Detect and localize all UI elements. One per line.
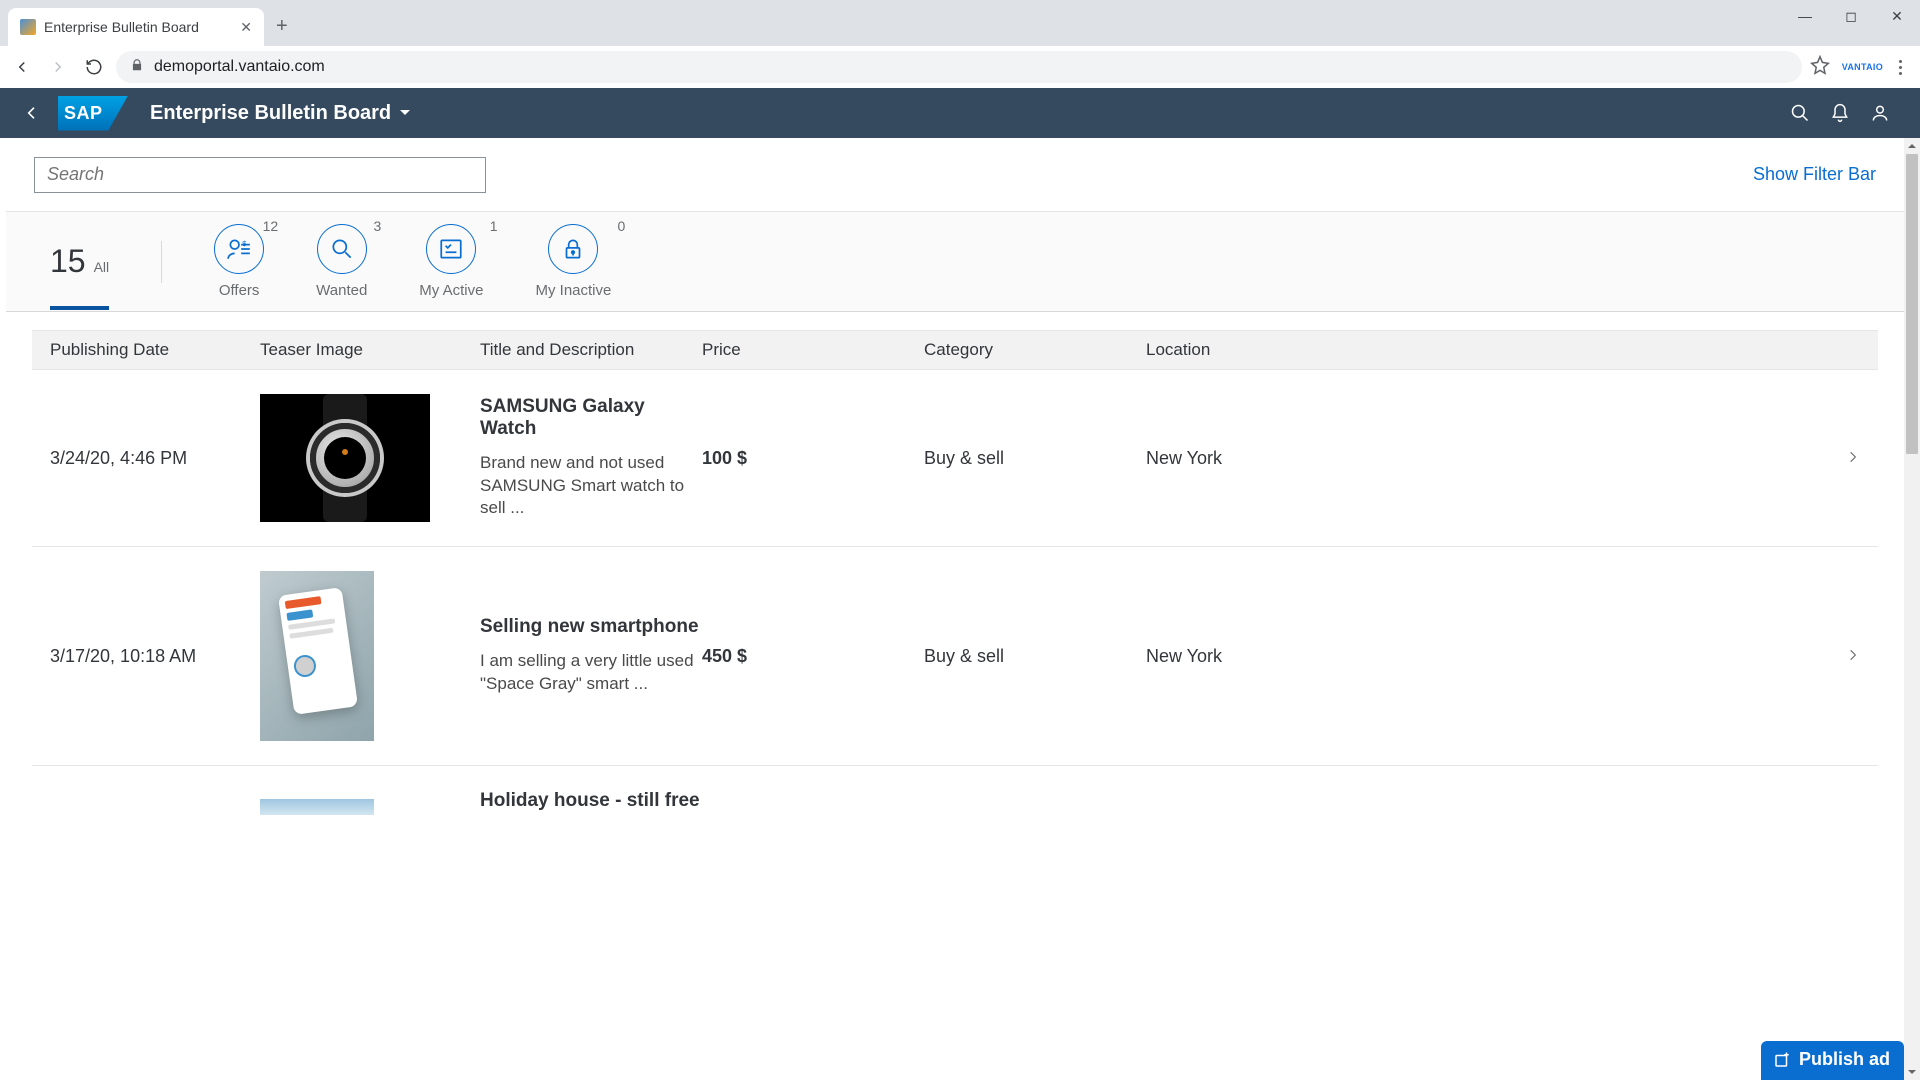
extension-badge[interactable]: VANTAIO [1842,62,1883,72]
cell-title: Selling new smartphone I am selling a ve… [480,616,702,696]
sap-logo[interactable]: SAP [58,96,128,131]
listing-title: Holiday house - still free [480,790,702,812]
shell-title-dropdown[interactable]: Enterprise Bulletin Board [150,102,411,125]
window-minimize-button[interactable]: — [1782,0,1828,32]
listing-title: SAMSUNG Galaxy Watch [480,396,702,440]
column-header-category: Category [924,340,1146,360]
search-icon [329,236,355,262]
new-tab-button[interactable]: + [276,15,288,38]
table-row[interactable]: 3/24/20, 4:46 PM SAMSUNG Galaxy Watch Br… [32,370,1878,547]
tab-my-active-count: 1 [490,218,498,234]
shell-search-button[interactable] [1780,93,1820,133]
cell-date: 3/17/20, 10:18 AM [50,646,260,667]
listings-table: Publishing Date Teaser Image Title and D… [32,330,1878,824]
tab-wanted-label: Wanted [316,282,367,299]
column-header-image: Teaser Image [260,340,480,360]
url-field[interactable]: demoportal.vantaio.com [116,51,1802,83]
teaser-image-phone [260,571,374,741]
window-close-button[interactable]: ✕ [1874,0,1920,32]
scroll-thumb[interactable] [1906,154,1918,454]
tab-separator [161,241,162,283]
scroll-down-icon[interactable] [1904,1064,1920,1080]
tab-my-inactive-count: 0 [618,218,626,234]
tab-my-active-label: My Active [419,282,483,299]
column-header-price: Price [702,340,924,360]
icon-tab-bar: 15 All $ 12 Offers 3 Wanted 1 My Active [6,212,1904,312]
row-nav-icon [1830,448,1860,469]
browser-back-button[interactable] [8,53,36,81]
cell-image [260,394,480,522]
column-header-date: Publishing Date [50,340,260,360]
tab-my-active[interactable]: 1 My Active [419,224,483,299]
search-input[interactable] [34,157,486,193]
window-controls: — ◻ ✕ [1782,0,1920,32]
cell-title: Holiday house - still free [480,790,702,824]
tab-wanted[interactable]: 3 Wanted [316,224,367,299]
page-content: Show Filter Bar 15 All $ 12 Offers 3 Wan… [0,138,1920,1080]
listing-desc: I am selling a very little used "Space G… [480,650,702,696]
tab-wanted-count: 3 [374,218,382,234]
table-header: Publishing Date Teaser Image Title and D… [32,330,1878,370]
address-bar: demoportal.vantaio.com VANTAIO [0,46,1920,88]
checklist-icon [438,236,464,262]
browser-forward-button[interactable] [44,53,72,81]
lock-icon [560,236,586,262]
offers-icon: $ [226,236,252,262]
scroll-up-icon[interactable] [1904,138,1920,154]
column-header-location: Location [1146,340,1830,360]
tab-offers-count: 12 [263,218,279,234]
window-maximize-button[interactable]: ◻ [1828,0,1874,32]
cell-category: Buy & sell [924,448,1146,469]
cell-location: New York [1146,448,1830,469]
filter-bar: Show Filter Bar [6,138,1904,212]
sap-shell-header: SAP Enterprise Bulletin Board [0,88,1920,138]
row-nav-icon [1830,646,1860,667]
publish-ad-button[interactable]: Publish ad [1761,1041,1904,1080]
tab-offers-label: Offers [219,282,260,299]
browser-reload-button[interactable] [80,53,108,81]
tab-all[interactable]: 15 All [50,243,109,310]
tab-title: Enterprise Bulletin Board [44,19,199,35]
listing-title: Selling new smartphone [480,616,702,638]
browser-tab[interactable]: Enterprise Bulletin Board ✕ [8,8,264,46]
shell-user-button[interactable] [1860,93,1900,133]
column-header-title: Title and Description [480,340,702,360]
tab-all-count: 15 [50,243,86,280]
tab-my-inactive[interactable]: 0 My Inactive [535,224,611,299]
chevron-down-icon [399,107,411,119]
tab-close-icon[interactable]: ✕ [240,19,252,36]
cell-image [260,799,480,815]
vertical-scrollbar[interactable] [1904,138,1920,1080]
cell-date: 3/24/20, 4:46 PM [50,448,260,469]
teaser-image-house [260,799,374,815]
url-text: demoportal.vantaio.com [154,58,325,76]
publish-icon [1773,1051,1791,1069]
table-row[interactable]: Holiday house - still free [32,766,1878,824]
browser-chrome: Enterprise Bulletin Board ✕ + — ◻ ✕ demo… [0,0,1920,88]
tab-offers[interactable]: $ 12 Offers [214,224,264,299]
tab-strip: Enterprise Bulletin Board ✕ + — ◻ ✕ [0,0,1920,46]
show-filter-bar-link[interactable]: Show Filter Bar [1753,164,1876,185]
teaser-image-watch [260,394,430,522]
tab-my-inactive-label: My Inactive [535,282,611,299]
shell-title-text: Enterprise Bulletin Board [150,102,391,125]
table-row[interactable]: 3/17/20, 10:18 AM Selling new smartphone [32,547,1878,766]
shell-back-button[interactable] [20,101,44,125]
cell-price: 450 $ [702,646,924,667]
svg-text:$: $ [242,239,247,248]
tab-all-label: All [94,259,110,275]
cell-category: Buy & sell [924,646,1146,667]
shell-notifications-button[interactable] [1820,93,1860,133]
favicon-icon [20,19,36,35]
lock-icon [130,58,144,77]
cell-location: New York [1146,646,1830,667]
cell-image [260,571,480,741]
browser-menu-button[interactable] [1895,56,1906,79]
publish-ad-label: Publish ad [1799,1049,1890,1070]
cell-title: SAMSUNG Galaxy Watch Brand new and not u… [480,396,702,521]
cell-price: 100 $ [702,448,924,469]
bookmark-star-icon[interactable] [1810,55,1830,80]
listing-desc: Brand new and not used SAMSUNG Smart wat… [480,452,702,521]
